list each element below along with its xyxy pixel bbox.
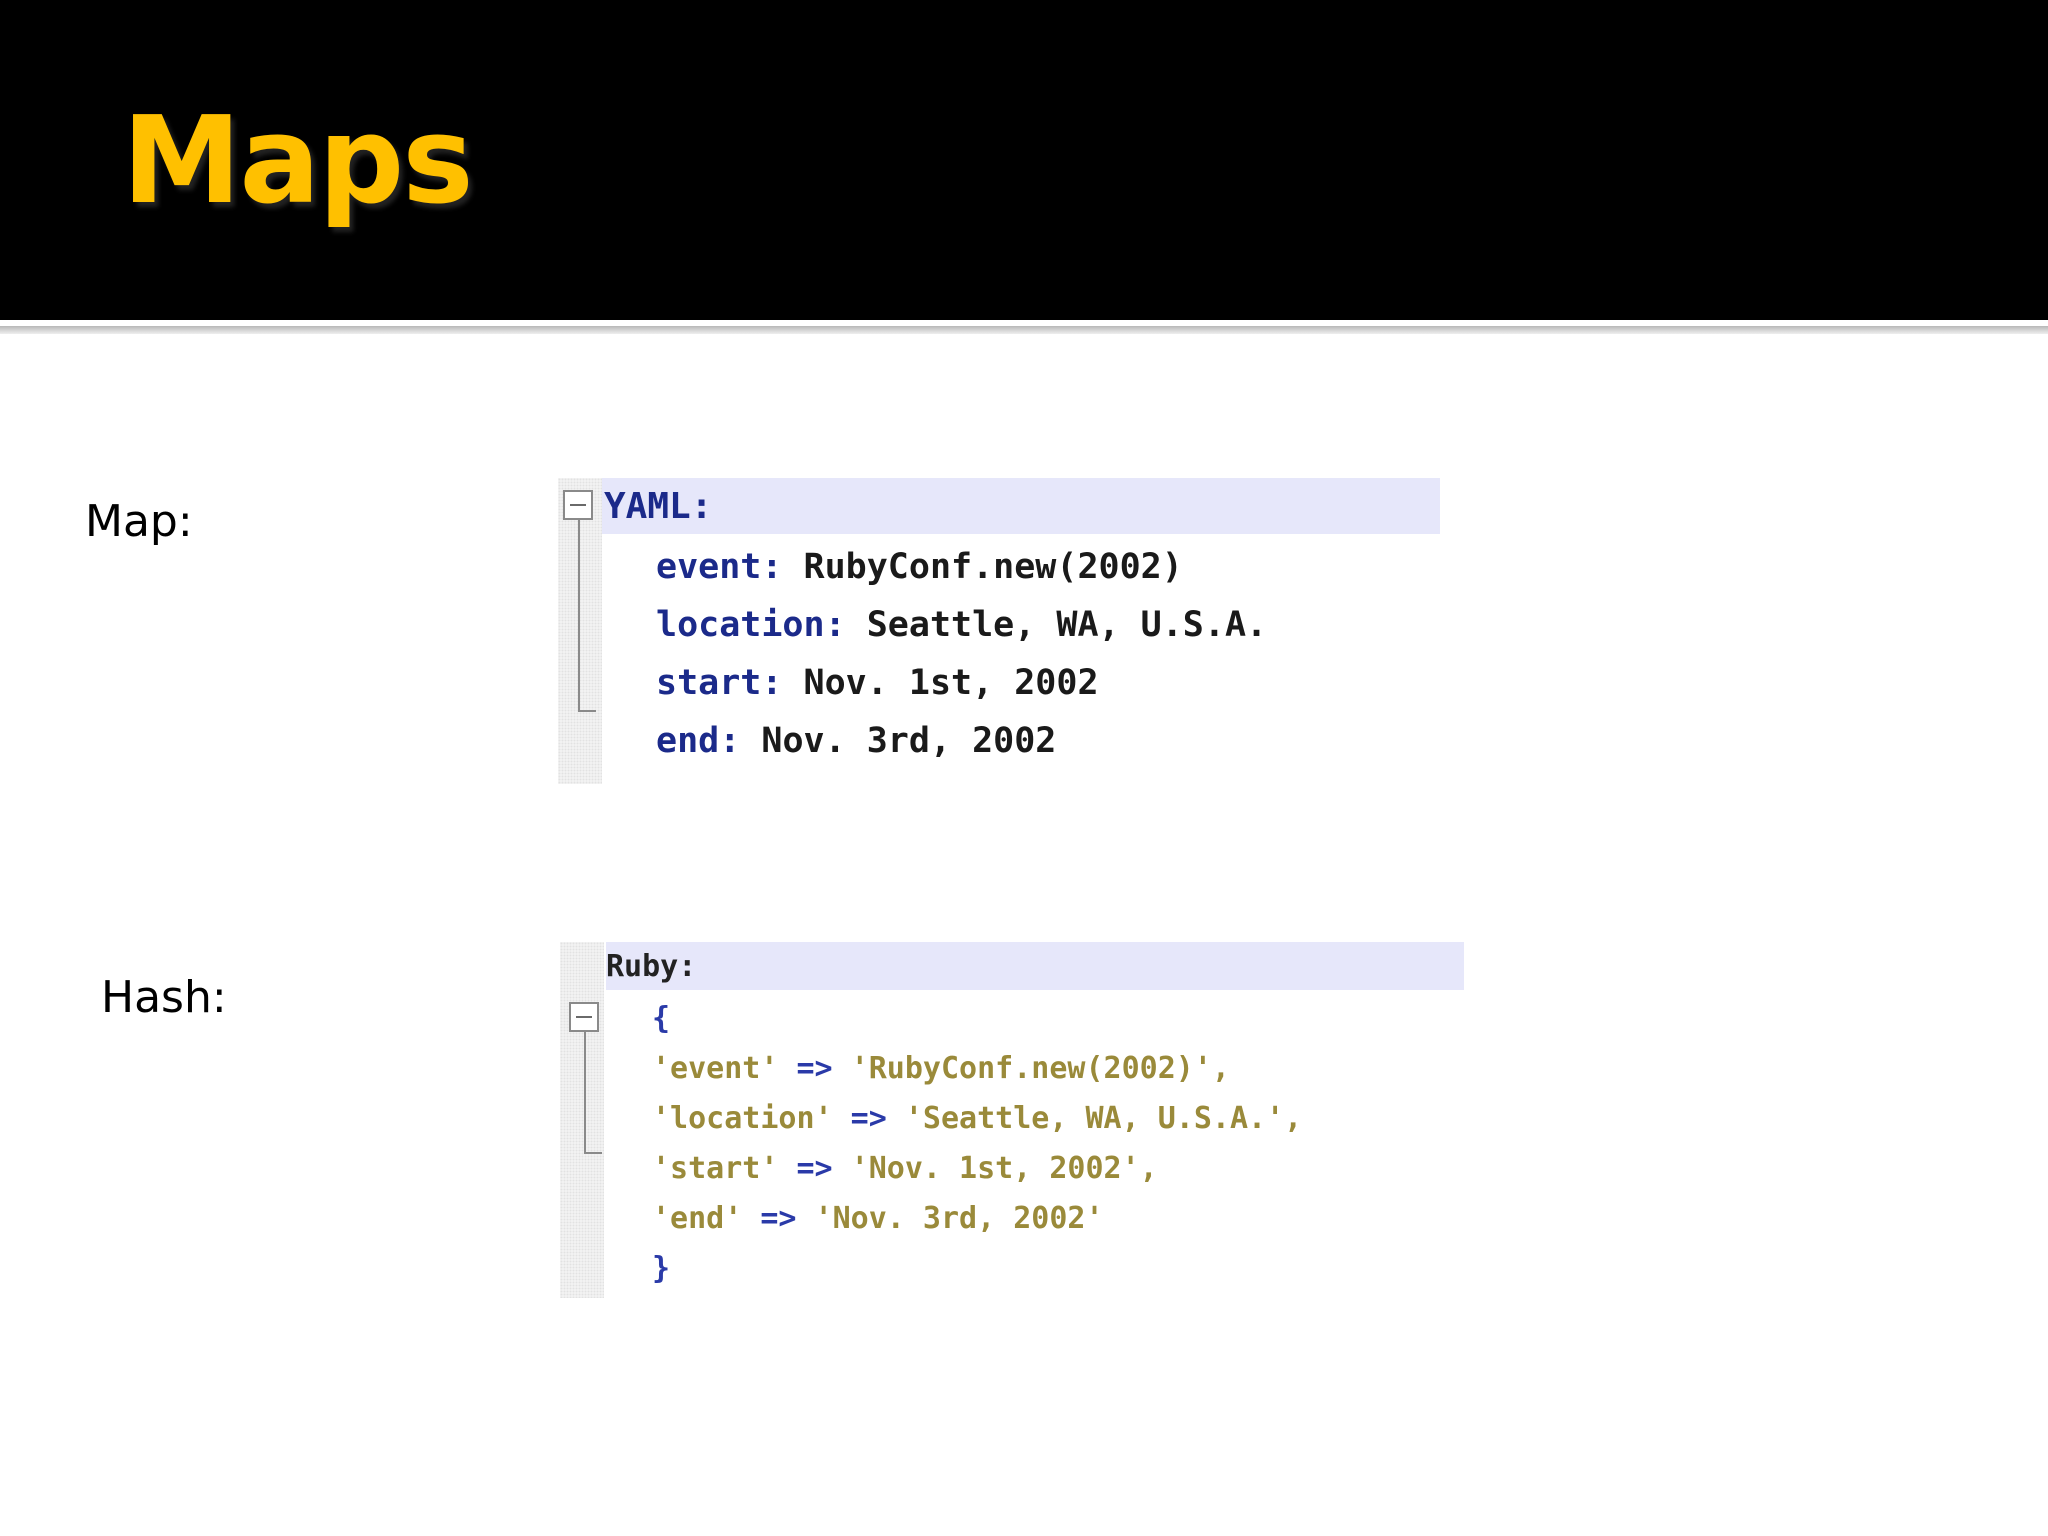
ruby-operator: => xyxy=(778,1151,851,1186)
ruby-line: 'end' => 'Nov. 3rd, 2002' xyxy=(652,1194,1104,1244)
yaml-value: RubyConf.new(2002) xyxy=(782,547,1183,587)
ruby-close-brace: } xyxy=(652,1244,670,1294)
yaml-header-band xyxy=(602,478,1440,534)
ruby-value: 'Seattle, WA, U.S.A.', xyxy=(904,1101,1303,1136)
collapse-minus-icon[interactable] xyxy=(569,1002,599,1032)
ruby-value: 'RubyConf.new(2002)', xyxy=(850,1051,1230,1086)
yaml-value: Nov. 1st, 2002 xyxy=(782,663,1099,703)
yaml-key: event: xyxy=(656,547,783,587)
yaml-gutter xyxy=(558,478,602,784)
close-brace: } xyxy=(652,1251,671,1286)
collapse-minus-icon[interactable] xyxy=(563,490,593,520)
open-brace: { xyxy=(652,1001,671,1036)
ruby-line: 'location' => 'Seattle, WA, U.S.A.', xyxy=(652,1094,1302,1144)
ruby-key: 'location' xyxy=(652,1101,833,1136)
yaml-line: end: Nov. 3rd, 2002 xyxy=(656,712,1056,770)
ruby-operator: => xyxy=(778,1051,851,1086)
ruby-header: Ruby: xyxy=(606,949,697,984)
yaml-code-panel: YAML: event: RubyConf.new(2002) location… xyxy=(558,478,1440,784)
ruby-value: 'Nov. 3rd, 2002' xyxy=(814,1201,1104,1236)
yaml-key: location: xyxy=(656,605,846,645)
ruby-key: 'start' xyxy=(652,1151,779,1186)
yaml-key: end: xyxy=(656,721,741,761)
ruby-code-panel: Ruby: { 'event' => 'RubyConf.new(2002)',… xyxy=(560,942,1464,1298)
hash-label: Hash: xyxy=(101,972,227,1023)
ruby-operator: => xyxy=(832,1101,905,1136)
yaml-line: start: Nov. 1st, 2002 xyxy=(656,654,1099,712)
ruby-gutter xyxy=(560,942,604,1298)
ruby-value: 'Nov. 1st, 2002', xyxy=(850,1151,1158,1186)
slide-title: Maps xyxy=(122,92,474,231)
yaml-value: Nov. 3rd, 2002 xyxy=(740,721,1057,761)
yaml-line: event: RubyConf.new(2002) xyxy=(656,538,1183,596)
ruby-open-brace: { xyxy=(652,994,670,1044)
ruby-header-band xyxy=(606,942,1464,990)
ruby-line: 'event' => 'RubyConf.new(2002)', xyxy=(652,1044,1230,1094)
ruby-operator: => xyxy=(742,1201,815,1236)
ruby-key: 'event' xyxy=(652,1051,779,1086)
title-divider xyxy=(0,326,2048,334)
title-bar: Maps xyxy=(0,0,2048,320)
slide: Maps Map: Hash: YAML: event: RubyConf.ne… xyxy=(0,0,2048,1536)
fold-guide-line xyxy=(584,1032,602,1154)
ruby-key: 'end' xyxy=(652,1201,743,1236)
fold-guide-line xyxy=(578,520,596,712)
yaml-value: Seattle, WA, U.S.A. xyxy=(845,605,1268,645)
yaml-key: start: xyxy=(656,663,783,703)
ruby-line: 'start' => 'Nov. 1st, 2002', xyxy=(652,1144,1158,1194)
yaml-header: YAML: xyxy=(604,486,713,527)
yaml-line: location: Seattle, WA, U.S.A. xyxy=(656,596,1267,654)
map-label: Map: xyxy=(85,496,193,547)
